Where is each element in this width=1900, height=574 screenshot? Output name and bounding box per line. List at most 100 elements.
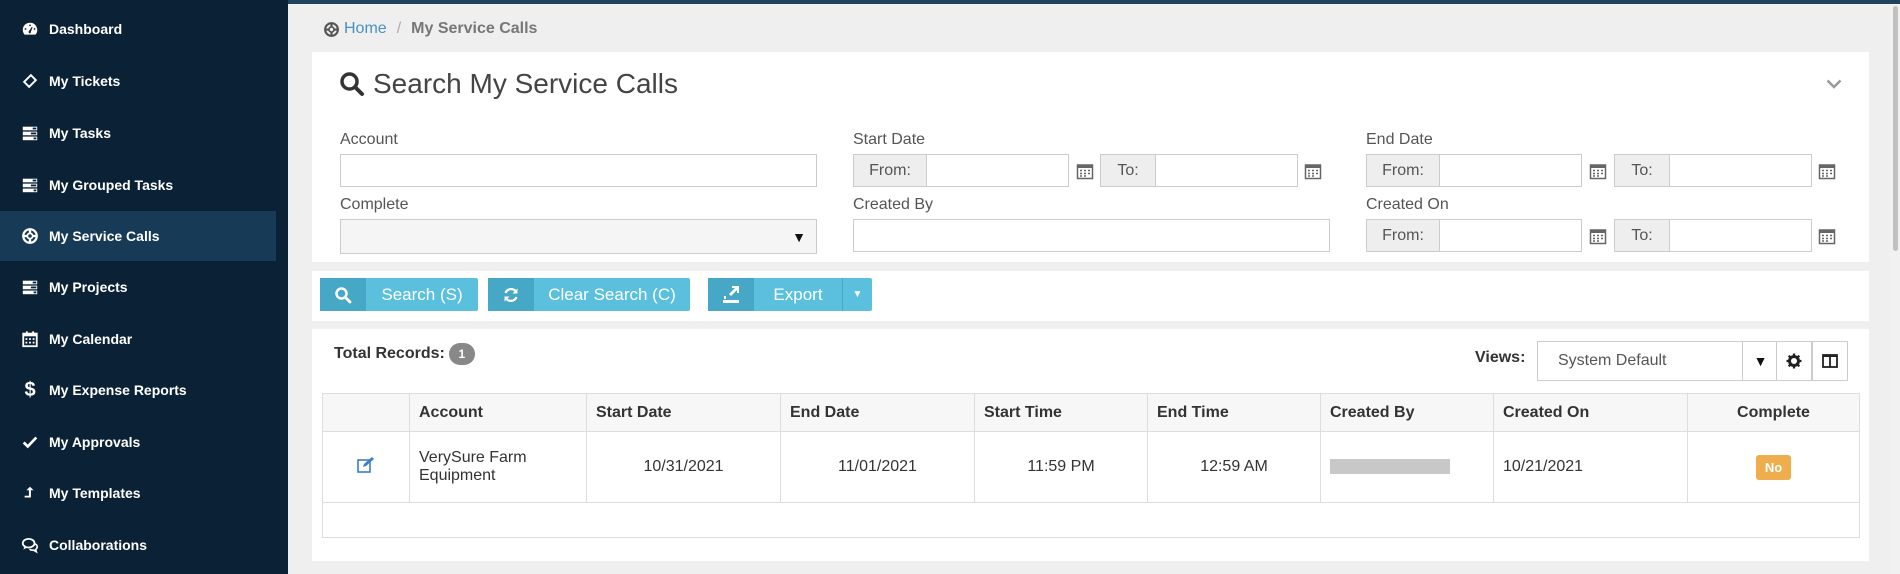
created-on-cell: 10/21/2021 [1493, 431, 1688, 503]
sidebar-item-my-tickets[interactable]: My Tickets [0, 56, 288, 106]
search-icon [340, 72, 364, 96]
calendar-icon[interactable] [1818, 227, 1836, 245]
calendar-icon[interactable] [1818, 162, 1836, 180]
table-empty-row [322, 502, 1860, 538]
comments-icon [20, 535, 40, 555]
account-label: Account [340, 131, 398, 148]
upload-arrow-icon [20, 483, 40, 503]
sidebar-item-collaborations[interactable]: Collaborations [0, 520, 288, 570]
tasks-icon [20, 175, 40, 195]
edit-icon[interactable] [357, 456, 375, 473]
export-button[interactable]: Export ▼ [708, 278, 872, 311]
created-on-to-input[interactable] [1669, 219, 1812, 252]
table-header[interactable]: Account [409, 393, 587, 432]
breadcrumb-separator: / [396, 20, 402, 37]
start-date-label: Start Date [853, 131, 926, 148]
sidebar-item-my-tasks[interactable]: My Tasks [0, 108, 288, 158]
tasks-icon [20, 123, 40, 143]
views-selected-value: System Default [1558, 352, 1667, 369]
sidebar-item-my-grouped-tasks[interactable]: My Grouped Tasks [0, 160, 288, 210]
end-date-from-addon: From: [1366, 154, 1440, 187]
created-on-from-input[interactable] [1439, 219, 1582, 252]
created-by-input[interactable] [853, 219, 1330, 252]
sidebar-item-my-service-calls[interactable]: My Service Calls [0, 211, 276, 261]
table-header[interactable]: End Time [1147, 393, 1321, 432]
sidebar-item-label: Dashboard [49, 21, 123, 37]
start-date-cell: 10/31/2021 [586, 431, 781, 503]
start-date-from-input[interactable] [926, 154, 1069, 187]
edit-cell [322, 431, 410, 503]
total-records: Total Records: 1 [334, 343, 475, 365]
lifering-icon [20, 226, 40, 246]
calendar-icon[interactable] [1076, 162, 1094, 180]
sidebar-item-label: My Tasks [49, 125, 111, 141]
created-on-label: Created On [1366, 196, 1449, 213]
service-calls-table: Account Start Date End Date Start Time E… [322, 393, 1860, 538]
table-header[interactable]: End Date [780, 393, 975, 432]
export-dropdown-caret[interactable]: ▼ [842, 278, 872, 311]
start-date-from-addon: From: [853, 154, 927, 187]
search-button[interactable]: Search (S) [320, 278, 478, 311]
columns-icon[interactable] [1812, 341, 1848, 381]
breadcrumb-home-link[interactable]: Home [323, 20, 387, 38]
sidebar-item-dashboard[interactable]: Dashboard [0, 4, 288, 54]
collapse-chevron-icon[interactable] [1826, 76, 1842, 94]
sidebar-item-label: My Service Calls [49, 228, 160, 244]
check-icon [20, 432, 40, 452]
search-button-label: Search (S) [381, 284, 463, 304]
table-header[interactable]: Created On [1493, 393, 1688, 432]
total-records-label: Total Records: [334, 345, 445, 362]
page-scrollbar-thumb[interactable] [1893, 6, 1898, 251]
table-header[interactable]: Start Date [586, 393, 781, 432]
lifering-icon [324, 21, 339, 37]
breadcrumb-home-label: Home [344, 20, 387, 37]
account-cell-line: VerySure Farm [419, 449, 527, 466]
complete-cell: No [1687, 431, 1860, 503]
calendar-icon[interactable] [1589, 227, 1607, 245]
table-header-actions [322, 393, 410, 432]
table-header[interactable]: Complete [1687, 393, 1860, 432]
sidebar-item-my-calendar[interactable]: My Calendar [0, 314, 288, 364]
account-input[interactable] [340, 154, 817, 187]
end-date-from-input[interactable] [1439, 154, 1582, 187]
start-date-to-input[interactable] [1155, 154, 1298, 187]
complete-badge: No [1755, 454, 1792, 480]
ticket-icon [20, 71, 40, 91]
refresh-icon [488, 278, 534, 311]
sidebar-item-my-approvals[interactable]: My Approvals [0, 417, 288, 467]
sidebar-item-my-expense-reports[interactable]: $ My Expense Reports [0, 365, 288, 415]
calendar-icon[interactable] [1304, 162, 1322, 180]
sidebar-item-label: My Approvals [49, 434, 141, 450]
sidebar-item-label: My Calendar [49, 331, 133, 347]
clear-search-button-label: Clear Search (C) [548, 284, 676, 304]
table-header[interactable]: Created By [1320, 393, 1494, 432]
clear-search-button[interactable]: Clear Search (C) [488, 278, 690, 311]
search-panel-title: Search My Service Calls [339, 68, 678, 100]
end-date-to-input[interactable] [1669, 154, 1812, 187]
export-icon [708, 278, 754, 311]
sidebar-item-label: My Grouped Tasks [49, 177, 174, 193]
views-select[interactable]: System Default ▼ [1537, 341, 1777, 381]
complete-select[interactable]: ▼ [340, 219, 817, 254]
tasks-icon [20, 277, 40, 297]
sidebar-item-label: My Expense Reports [49, 382, 187, 398]
sidebar-item-my-projects[interactable]: My Projects [0, 262, 288, 312]
table-header-row: Account Start Date End Date Start Time E… [322, 393, 1860, 432]
export-button-label: Export [773, 284, 823, 304]
gear-icon[interactable] [1776, 341, 1812, 381]
complete-label: Complete [340, 196, 409, 213]
created-by-cell [1320, 431, 1494, 503]
calendar-icon[interactable] [1589, 162, 1607, 180]
sidebar: Dashboard My Tickets My Tasks My Grouped… [0, 0, 288, 574]
views-label: Views: [1475, 349, 1526, 366]
table-header[interactable]: Start Time [974, 393, 1148, 432]
start-date-to-addon: To: [1100, 154, 1156, 187]
dashboard-icon [20, 19, 40, 39]
created-on-to-addon: To: [1614, 219, 1670, 252]
table-empty-cell [322, 502, 1860, 538]
breadcrumb-current: My Service Calls [411, 20, 538, 37]
search-icon [320, 278, 366, 311]
end-date-cell: 11/01/2021 [780, 431, 975, 503]
sidebar-item-my-templates[interactable]: My Templates [0, 468, 288, 518]
breadcrumb: Home / My Service Calls [323, 20, 537, 38]
